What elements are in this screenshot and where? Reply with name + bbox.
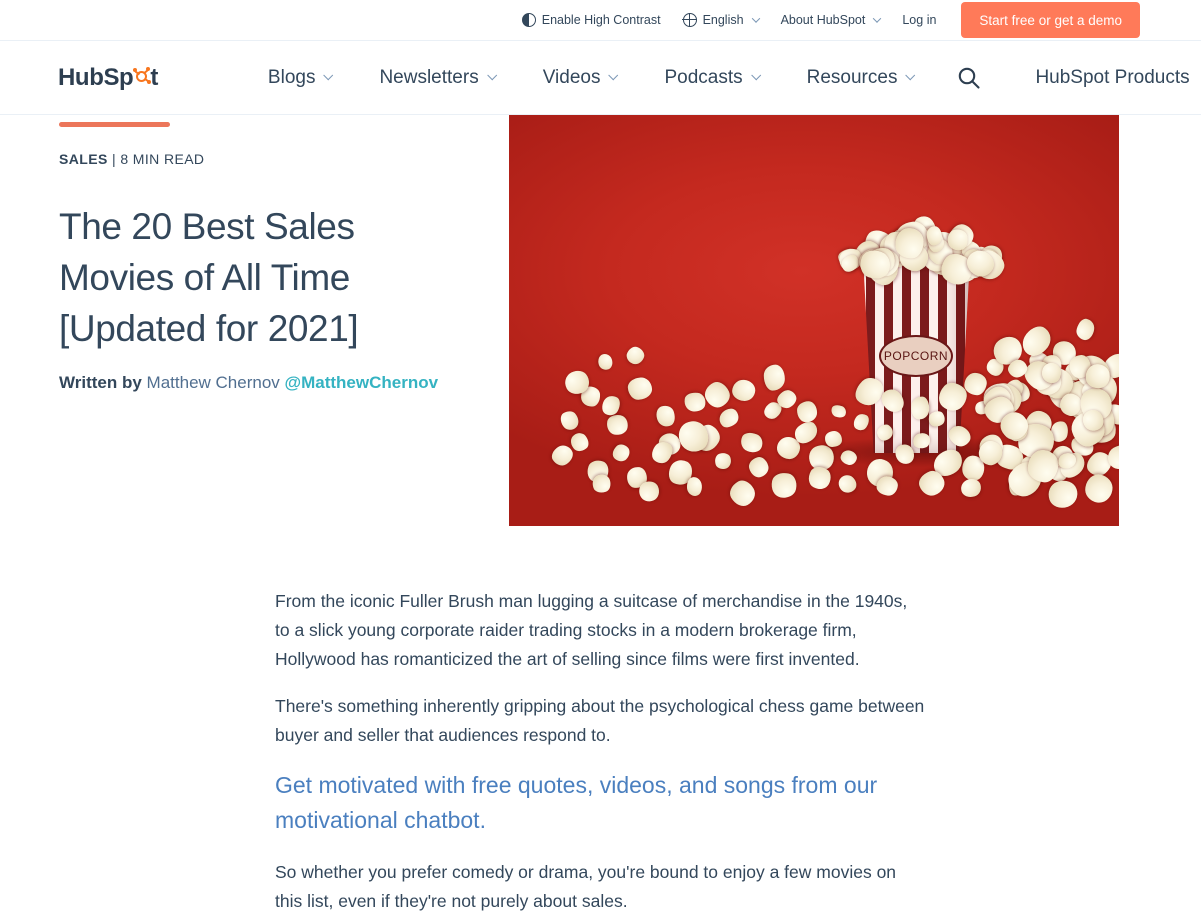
nav-item-resources[interactable]: Resources (783, 67, 938, 89)
article-paragraph: There's something inherently gripping ab… (275, 692, 925, 750)
popcorn-bucket: POPCORN (857, 257, 976, 453)
search-button[interactable] (947, 56, 991, 100)
nav-item-videos[interactable]: Videos (519, 67, 641, 89)
main-navigation: HubSp t Blogs Newsletters Videos Podcast… (0, 41, 1201, 115)
start-free-demo-button[interactable]: Start free or get a demo (961, 2, 1140, 38)
primary-nav-items: Blogs Newsletters Videos Podcasts Resour… (244, 56, 992, 100)
hubspot-sprocket-icon (133, 67, 150, 84)
article-header: SALES | 8 MIN READ The 20 Best Sales Mov… (0, 115, 470, 395)
byline-prefix: Written by (59, 373, 142, 392)
nav-label: HubSpot Products (1035, 67, 1189, 89)
article-body: From the iconic Fuller Brush man lugging… (275, 526, 925, 916)
search-icon (956, 65, 982, 91)
article-read-time: 8 MIN READ (120, 151, 204, 167)
accent-bar (59, 122, 170, 127)
logo-text-end: t (150, 64, 158, 92)
nav-label: Videos (543, 67, 601, 89)
page-title: The 20 Best Sales Movies of All Time [Up… (59, 201, 470, 354)
enable-high-contrast-label: Enable High Contrast (542, 0, 661, 41)
login-label: Log in (902, 0, 936, 41)
chevron-down-icon (751, 70, 761, 80)
author-name: Matthew Chernov (147, 373, 280, 392)
chevron-down-icon (751, 14, 759, 22)
article-topic: SALES (59, 151, 108, 167)
nav-label: Podcasts (664, 67, 742, 89)
chevron-down-icon (873, 14, 881, 22)
author-social-handle[interactable]: @MatthewChernov (285, 373, 439, 392)
nav-label: Newsletters (379, 67, 478, 89)
article-meta: SALES | 8 MIN READ (59, 151, 470, 167)
logo-text-start: HubSp (58, 64, 133, 92)
article-hero-row: SALES | 8 MIN READ The 20 Best Sales Mov… (0, 115, 1201, 526)
article-paragraph: From the iconic Fuller Brush man lugging… (275, 587, 925, 674)
popcorn-kernel (763, 365, 784, 391)
nav-item-podcasts[interactable]: Podcasts (640, 67, 782, 89)
globe-icon (683, 13, 697, 27)
hubspot-logo[interactable]: HubSp t (58, 60, 158, 96)
chevron-down-icon (324, 70, 334, 80)
nav-item-hubspot-products[interactable]: HubSpot Products (1009, 67, 1201, 89)
meta-separator: | (108, 151, 121, 167)
language-selector[interactable]: English (672, 0, 770, 41)
chevron-down-icon (609, 70, 619, 80)
popcorn-overflow (839, 203, 997, 281)
about-hubspot-link[interactable]: About HubSpot (770, 0, 892, 41)
hubspot-logo-text: HubSp t (58, 64, 158, 92)
hero-image: POPCORN (509, 115, 1119, 526)
enable-high-contrast-link[interactable]: Enable High Contrast (511, 0, 672, 41)
byline: Written by Matthew Chernov @MatthewChern… (59, 371, 470, 395)
chevron-down-icon (906, 70, 916, 80)
utility-top-bar: Enable High Contrast English About HubSp… (0, 0, 1201, 41)
about-hubspot-label: About HubSpot (781, 0, 866, 41)
nav-item-newsletters[interactable]: Newsletters (355, 67, 518, 89)
nav-label: Resources (807, 67, 898, 89)
contrast-icon (522, 13, 536, 27)
language-label: English (703, 0, 744, 41)
nav-label: Blogs (268, 67, 316, 89)
popcorn-bucket-label: POPCORN (879, 335, 953, 377)
popcorn-kernel (797, 401, 817, 422)
popcorn-kernel (896, 228, 924, 259)
inline-cta-link[interactable]: Get motivated with free quotes, videos, … (275, 768, 925, 838)
utility-links: Enable High Contrast English About HubSp… (511, 0, 1201, 41)
nav-item-blogs[interactable]: Blogs (244, 67, 356, 89)
chevron-down-icon (487, 70, 497, 80)
login-link[interactable]: Log in (891, 0, 947, 41)
article-paragraph: So whether you prefer comedy or drama, y… (275, 858, 925, 916)
article-container: SALES | 8 MIN READ The 20 Best Sales Mov… (0, 115, 1201, 916)
